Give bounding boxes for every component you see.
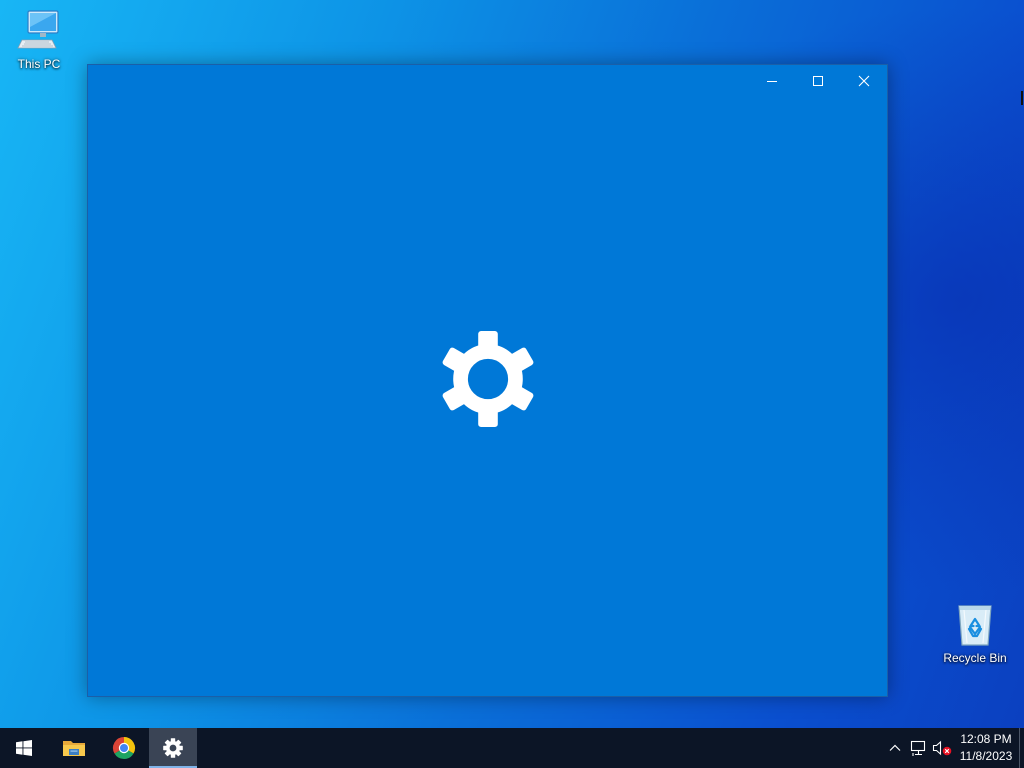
- settings-window[interactable]: [87, 64, 888, 697]
- minimize-icon: [767, 81, 777, 82]
- taskbar-settings-button[interactable]: [149, 728, 197, 768]
- close-icon: [858, 75, 870, 87]
- taskbar-clock[interactable]: 12:08 PM 11/8/2023: [952, 728, 1020, 768]
- text-cursor-indicator: [1021, 91, 1023, 105]
- show-hidden-icons-button[interactable]: [884, 728, 906, 768]
- recycle-bin-icon: [958, 605, 992, 646]
- chrome-icon: [112, 737, 136, 760]
- minimize-button[interactable]: [749, 65, 795, 97]
- clock-date: 11/8/2023: [959, 749, 1013, 763]
- windows-logo-icon: [16, 740, 32, 756]
- volume-muted-icon: [932, 740, 952, 756]
- start-button[interactable]: [0, 728, 48, 768]
- maximize-icon: [813, 76, 823, 86]
- this-pc-icon: [17, 10, 59, 49]
- maximize-button[interactable]: [795, 65, 841, 97]
- desktop-icon-this-pc[interactable]: This PC: [2, 8, 76, 71]
- show-desktop-button[interactable]: [1019, 728, 1024, 768]
- chevron-up-icon: [889, 744, 901, 751]
- clock-time: 12:08 PM: [960, 732, 1012, 746]
- gear-icon: [442, 330, 534, 428]
- close-button[interactable]: [841, 65, 887, 97]
- volume-tray-button[interactable]: [931, 728, 953, 768]
- taskbar-chrome-button[interactable]: [100, 728, 148, 768]
- taskbar-file-explorer-button[interactable]: [50, 728, 98, 768]
- folder-icon: [63, 741, 85, 756]
- desktop-icon-recycle-bin[interactable]: Recycle Bin: [938, 600, 1012, 665]
- taskbar: 12:08 PM 11/8/2023: [0, 728, 1024, 768]
- gear-icon: [163, 738, 183, 758]
- window-controls: [749, 65, 887, 97]
- network-tray-button[interactable]: [908, 728, 930, 768]
- network-icon: [910, 740, 926, 756]
- desktop-icon-label: This PC: [17, 57, 61, 71]
- desktop-icon-label: Recycle Bin: [943, 651, 1007, 665]
